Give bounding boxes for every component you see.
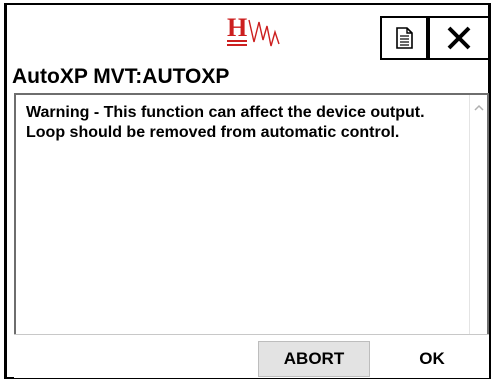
hw-logo: H [223,12,293,50]
ok-button[interactable]: OK [376,341,488,377]
abort-button[interactable]: ABORT [258,341,370,377]
close-icon [447,26,471,50]
scroll-up-button[interactable] [470,99,487,117]
document-button[interactable] [380,16,428,60]
document-icon [396,27,413,49]
window-title: AutoXP MVT:AUTOXP [12,65,230,88]
chevron-up-icon [473,104,484,111]
vertical-scrollbar[interactable] [469,95,487,356]
warning-message: Warning - This function can affect the d… [26,104,425,141]
message-panel: Warning - This function can affect the d… [14,93,489,356]
logo-letter: H [227,13,247,42]
button-bar: ABORT OK [14,334,489,378]
close-button[interactable] [428,16,490,60]
